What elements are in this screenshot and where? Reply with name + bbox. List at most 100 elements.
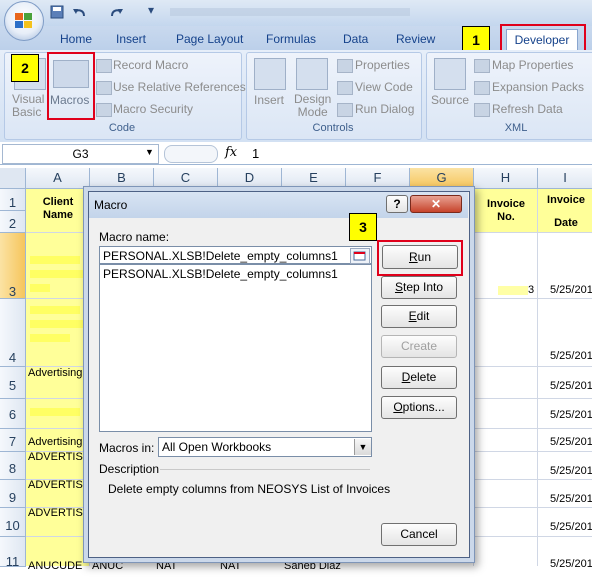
design-mode-button[interactable]: Design Mode: [294, 93, 331, 119]
row-header-4[interactable]: 4: [0, 299, 26, 367]
tab-insert[interactable]: Insert: [116, 32, 146, 46]
column-header-e[interactable]: E: [282, 168, 346, 189]
cancel-button[interactable]: Cancel: [381, 523, 457, 546]
source-button[interactable]: Source: [431, 93, 469, 107]
help-button[interactable]: ?: [386, 195, 408, 213]
macro-security-button[interactable]: Macro Security: [113, 102, 193, 116]
source-icon: [434, 58, 466, 90]
expansion-packs-button[interactable]: Expansion Packs: [492, 80, 584, 94]
column-header-a[interactable]: A: [26, 168, 90, 189]
chevron-down-icon[interactable]: ▼: [354, 439, 371, 455]
map-properties-button[interactable]: Map Properties: [492, 58, 573, 72]
view-code-button[interactable]: View Code: [355, 80, 413, 94]
blurred-cell: [30, 408, 80, 416]
header-client-name: Client Name: [42, 196, 74, 221]
cell-e11: Saheb Diaz: [284, 560, 341, 572]
row-header-1[interactable]: 1: [0, 189, 26, 211]
column-header-f[interactable]: F: [346, 168, 410, 189]
column-header-d[interactable]: D: [218, 168, 282, 189]
column-header-c[interactable]: C: [154, 168, 218, 189]
column-header-b[interactable]: B: [90, 168, 154, 189]
step-marker-2: 2: [11, 54, 39, 82]
collapse-dialog-icon[interactable]: [350, 248, 370, 264]
controls-group-label: Controls: [312, 122, 354, 134]
relative-references-icon: [96, 81, 112, 95]
step-marker-3: 3: [349, 213, 377, 241]
row-header-11[interactable]: 11: [0, 537, 26, 569]
select-all-corner[interactable]: [0, 168, 26, 189]
macro-list[interactable]: PERSONAL.XLSB!Delete_empty_columns1: [99, 264, 372, 432]
create-button[interactable]: Create: [381, 335, 457, 358]
undo-icon[interactable]: [72, 5, 88, 19]
row-header-10[interactable]: 10: [0, 508, 26, 537]
cell-i11: 5/25/2011: [550, 558, 592, 570]
tab-page-layout[interactable]: Page Layout: [176, 32, 243, 46]
cell-i4: 5/25/2011: [550, 350, 592, 362]
row-header-8[interactable]: 8: [0, 452, 26, 480]
cell-i5: 5/25/2011: [550, 380, 592, 392]
properties-button[interactable]: Properties: [355, 58, 410, 72]
row-header-5[interactable]: 5: [0, 367, 26, 399]
cell-d11: NAT: [220, 560, 242, 572]
cell-c11: NAT: [156, 560, 178, 572]
redo-icon[interactable]: [108, 5, 124, 19]
insert-function-icon[interactable]: fx: [225, 145, 237, 160]
macro-list-item[interactable]: PERSONAL.XLSB!Delete_empty_columns1: [100, 265, 371, 283]
column-header-g[interactable]: G: [410, 168, 474, 189]
column-header-h[interactable]: H: [474, 168, 538, 189]
cell-a8: ADVERTISIN: [28, 451, 94, 463]
refresh-data-button[interactable]: Refresh Data: [492, 102, 563, 116]
customize-qat-icon[interactable]: ▾: [148, 3, 154, 17]
description-text: Delete empty columns from NEOSYS List of…: [108, 482, 391, 496]
header-date: Date: [554, 217, 578, 229]
cell-b11: ANUC: [92, 560, 124, 572]
cell-i8: 5/25/2011: [550, 465, 592, 477]
formula-input[interactable]: 1: [252, 146, 259, 161]
row-header-3[interactable]: 3: [0, 233, 26, 299]
save-icon[interactable]: [50, 5, 64, 19]
dialog-title: Macro: [94, 198, 128, 212]
row-header-2[interactable]: 2: [0, 211, 26, 233]
map-properties-icon: [474, 59, 490, 73]
cell-a11: ANUCUDE: [28, 560, 83, 572]
cell-i3: 5/25/2011: [550, 284, 592, 296]
macros-callout-box: [47, 52, 95, 120]
visual-basic-button[interactable]: Visual Basic: [12, 93, 44, 119]
record-macro-button[interactable]: Record Macro: [113, 58, 188, 72]
run-dialog-button[interactable]: Run Dialog: [355, 102, 414, 116]
office-button[interactable]: [4, 1, 44, 41]
view-code-icon: [337, 81, 353, 95]
row-header-7[interactable]: 7: [0, 429, 26, 452]
cell-a9: ADVERTISIN: [28, 479, 94, 491]
run-dialog-icon: [337, 103, 353, 117]
insert-control-button[interactable]: Insert: [254, 93, 284, 107]
name-box[interactable]: G3: [2, 144, 159, 164]
options-button[interactable]: Options...: [381, 396, 457, 419]
column-header-i[interactable]: I: [538, 168, 592, 189]
tab-home[interactable]: Home: [60, 32, 92, 46]
edit-button[interactable]: Edit: [381, 305, 457, 328]
macros-in-select[interactable]: All Open Workbooks: [158, 437, 372, 457]
cell-i6: 5/25/2011: [550, 409, 592, 421]
header-invoice: Invoice: [547, 194, 585, 206]
row-header-6[interactable]: 6: [0, 399, 26, 429]
delete-button[interactable]: Delete: [381, 366, 457, 389]
row-header-9[interactable]: 9: [0, 480, 26, 508]
blurred-cell: [30, 256, 80, 264]
formula-bar-divider: [164, 145, 218, 163]
cell-i10: 5/25/2011: [550, 521, 592, 533]
step-into-button[interactable]: Step Into: [381, 276, 457, 299]
tab-data[interactable]: Data: [343, 32, 368, 46]
header-invoice-no: Invoice No.: [487, 198, 525, 223]
tab-formulas[interactable]: Formulas: [266, 32, 316, 46]
relative-references-button[interactable]: Use Relative References: [113, 80, 246, 94]
macro-name-value: PERSONAL.XLSB!Delete_empty_columns1: [103, 249, 338, 263]
name-box-dropdown-icon[interactable]: ▼: [145, 147, 154, 157]
tab-review[interactable]: Review: [396, 32, 435, 46]
cell-a7: Advertising: [28, 436, 83, 448]
macro-name-input[interactable]: PERSONAL.XLSB!Delete_empty_columns1: [99, 246, 372, 264]
record-macro-icon: [96, 59, 112, 73]
cell-a10: ADVERTISIN: [28, 507, 94, 519]
close-button[interactable]: ✕: [410, 195, 462, 213]
description-label: Description: [99, 462, 160, 476]
